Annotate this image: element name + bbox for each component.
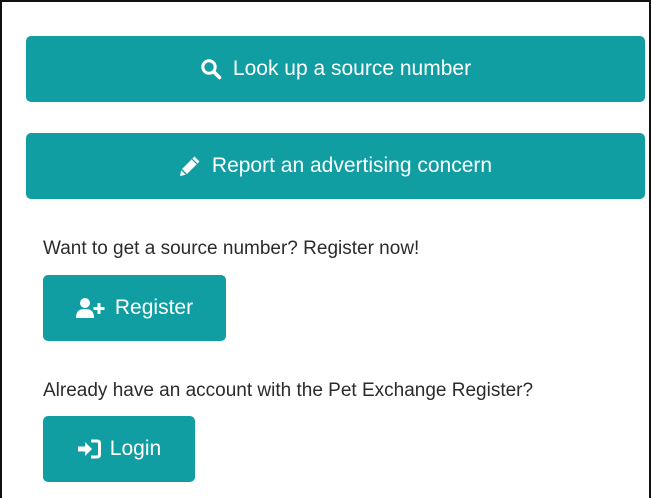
register-button[interactable]: Register: [43, 275, 226, 341]
login-button[interactable]: Login: [43, 416, 195, 482]
sign-in-icon: [77, 439, 101, 459]
lookup-source-number-button[interactable]: Look up a source number: [26, 36, 645, 102]
pencil-icon: [179, 155, 201, 177]
report-advertising-concern-button[interactable]: Report an advertising concern: [26, 133, 645, 199]
login-button-label: Login: [109, 437, 162, 460]
register-button-label: Register: [114, 296, 194, 319]
user-plus-icon: [75, 297, 106, 319]
login-prompt: Already have an account with the Pet Exc…: [43, 380, 534, 401]
lookup-button-label: Look up a source number: [232, 57, 472, 80]
search-icon: [200, 58, 222, 80]
register-prompt: Want to get a source number? Register no…: [43, 238, 420, 259]
report-button-label: Report an advertising concern: [211, 154, 493, 177]
panel: Look up a source number Report an advert…: [0, 0, 651, 498]
